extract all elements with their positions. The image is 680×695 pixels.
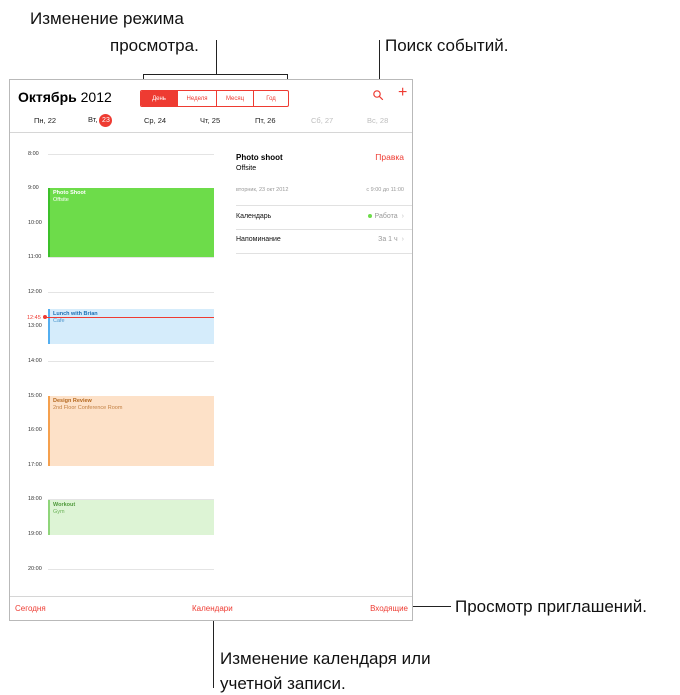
hour-line <box>48 154 214 155</box>
calendar-row-label: Календарь <box>236 213 272 220</box>
event-workout[interactable]: Workout Gym <box>48 500 214 535</box>
calendars-button[interactable]: Календари <box>192 604 233 613</box>
tab-month[interactable]: Месяц <box>216 91 253 106</box>
callout-invites: Просмотр приглашений. <box>455 597 647 616</box>
detail-date: вторник, 23 окт 2012 <box>236 187 289 193</box>
day-tue-label: Вт, <box>88 115 98 124</box>
today-badge: 23 <box>99 114 113 127</box>
toolbar-divider <box>10 596 412 597</box>
reminder-value: За 1 ч <box>378 236 398 243</box>
month-name: Октябрь <box>18 89 77 105</box>
calendar-row-value[interactable]: Работа › <box>367 213 404 220</box>
callout-invites-line <box>413 606 451 607</box>
hour-label: 18:00 <box>28 496 42 502</box>
detail-event-title: Photo shoot <box>236 153 283 162</box>
detail-divider <box>236 205 412 206</box>
event-title: Design Review <box>53 398 92 404</box>
chevron-right-icon: › <box>401 236 404 243</box>
event-design-review[interactable]: Design Review 2nd Floor Conference Room <box>48 396 214 466</box>
day-sat[interactable]: Сб, 27 <box>311 116 333 125</box>
week-divider <box>10 132 412 133</box>
callout-view-mode-line2: просмотра. <box>110 36 199 55</box>
detail-divider <box>236 253 412 254</box>
event-location: Gym <box>53 509 65 515</box>
hour-label: 8:00 <box>28 151 39 157</box>
current-time-line <box>44 317 214 318</box>
hour-line <box>48 257 214 258</box>
callout-view-mode-bracket <box>143 74 288 75</box>
day-tue-today[interactable]: Вт, 23 <box>88 114 113 127</box>
today-button[interactable]: Сегодня <box>15 604 46 613</box>
event-title: Photo Shoot <box>53 190 86 196</box>
hour-line <box>48 569 214 570</box>
tab-year[interactable]: Год <box>253 91 288 106</box>
callout-search: Поиск событий. <box>385 36 509 55</box>
event-location: Offsite <box>53 197 69 203</box>
callout-calendars-line2: учетной записи. <box>220 674 346 693</box>
hour-label: 9:00 <box>28 185 39 191</box>
day-sun[interactable]: Вс, 28 <box>367 116 388 125</box>
chevron-right-icon: › <box>401 213 404 220</box>
plus-icon[interactable]: + <box>398 84 407 102</box>
hour-label: 19:00 <box>28 531 42 537</box>
calendar-color-dot <box>367 214 372 219</box>
hour-label: 17:00 <box>28 462 42 468</box>
current-time-dot <box>43 315 47 319</box>
day-fri[interactable]: Пт, 26 <box>255 116 276 125</box>
year: 2012 <box>80 89 112 105</box>
day-mon[interactable]: Пн, 22 <box>34 116 56 125</box>
detail-divider <box>236 229 412 230</box>
event-title: Workout <box>53 502 76 508</box>
reminder-row-value[interactable]: За 1 ч › <box>378 236 404 243</box>
current-time-label: 12:45 <box>27 315 41 321</box>
search-icon[interactable] <box>372 89 384 101</box>
hour-line <box>48 292 214 293</box>
callout-view-mode-line1: Изменение режима <box>30 9 184 28</box>
view-mode-segmented-control: День Неделя Месяц Год <box>140 90 289 107</box>
tab-day[interactable]: День <box>141 91 177 106</box>
day-wed[interactable]: Ср, 24 <box>144 116 166 125</box>
hour-label: 20:00 <box>28 566 42 572</box>
reminder-row-label: Напоминание <box>236 236 281 243</box>
event-location: 2nd Floor Conference Room <box>53 405 123 411</box>
hour-line <box>48 361 214 362</box>
hour-label: 13:00 <box>28 323 42 329</box>
week-strip: Пн, 22 Вт, 23 Ср, 24 Чт, 25 Пт, 26 Сб, 27… <box>10 114 412 130</box>
month-title: Октябрь 2012 <box>18 89 112 105</box>
detail-time: с 9:00 до 11:00 <box>366 187 404 193</box>
callout-calendars-line1: Изменение календаря или <box>220 649 431 668</box>
hour-label: 12:00 <box>28 289 42 295</box>
event-lunch-with-brian[interactable]: Lunch with Brian Cafe <box>48 309 214 344</box>
hour-label: 14:00 <box>28 358 42 364</box>
inbox-button[interactable]: Входящие <box>370 604 408 613</box>
edit-button[interactable]: Правка <box>375 152 404 162</box>
callout-view-mode-stem <box>216 40 217 74</box>
callout-calendars-line <box>213 612 214 688</box>
hour-label: 11:00 <box>28 254 42 260</box>
tab-week[interactable]: Неделя <box>177 91 216 106</box>
calendar-screen: Октябрь 2012 День Неделя Месяц Год + Пн,… <box>9 79 413 621</box>
day-thu[interactable]: Чт, 25 <box>200 116 220 125</box>
calendar-name: Работа <box>374 213 398 220</box>
hour-label: 16:00 <box>28 427 42 433</box>
event-photo-shoot[interactable]: Photo Shoot Offsite <box>48 188 214 257</box>
event-location: Cafe <box>53 318 65 324</box>
detail-location: Offsite <box>236 165 257 172</box>
hour-label: 10:00 <box>28 220 42 226</box>
hour-label: 15:00 <box>28 393 42 399</box>
